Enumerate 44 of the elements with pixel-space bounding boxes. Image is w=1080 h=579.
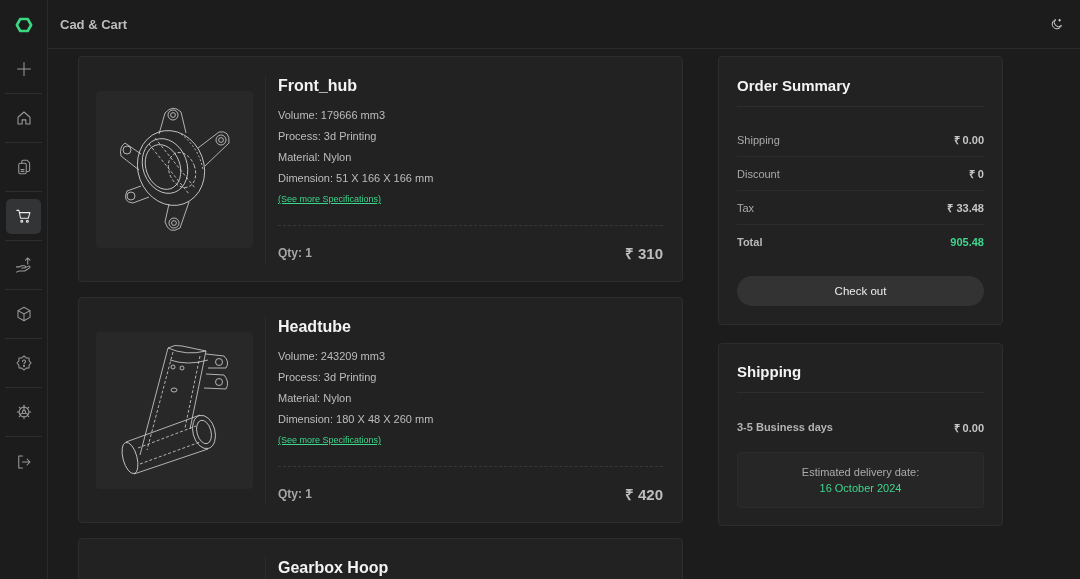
shipping-option-label: 3-5 Business days xyxy=(737,421,833,433)
shipping-price: ₹ 0.00 xyxy=(953,420,984,435)
specifications-link[interactable]: (See more Specifications) xyxy=(278,189,382,210)
product-title: Headtube xyxy=(278,317,352,337)
spec-text: Process: 3d Printing xyxy=(278,129,378,144)
summary-value: ₹ 0 xyxy=(968,167,984,181)
cube-icon xyxy=(14,305,33,323)
help-badge-icon xyxy=(14,354,33,372)
summary-label: Total xyxy=(737,236,763,248)
product-title: Gearbox Hoop xyxy=(278,558,390,578)
specifications-link[interactable]: (See more Specifications) xyxy=(278,430,382,451)
spec-text: Volume: 179666 mm3 xyxy=(278,108,386,123)
quantity-text: Qty: 1 xyxy=(278,246,312,260)
hexagon-logo-icon xyxy=(13,15,34,34)
moon-icon xyxy=(1050,17,1064,31)
nav-button[interactable] xyxy=(6,198,41,234)
card-title: Order Summary xyxy=(737,76,851,96)
plus-icon xyxy=(14,60,33,78)
spec-text: Process: 3d Printing xyxy=(278,370,378,385)
summary-label: Shipping xyxy=(737,133,780,146)
spec-text: Volume: 243209 mm3 xyxy=(278,349,386,364)
summary-value: ₹ 0.00 xyxy=(953,133,984,147)
product-title: Front_hub xyxy=(278,76,359,96)
summary-value: ₹ 33.48 xyxy=(947,201,984,215)
spec-text: Material: Nylon xyxy=(278,150,353,165)
quantity-text: Qty: 1 xyxy=(278,487,312,501)
card-title: Shipping xyxy=(737,362,802,382)
price-text: ₹ 420 xyxy=(624,485,663,504)
settings-icon xyxy=(14,403,33,421)
summary-label: Discount xyxy=(737,167,780,180)
summary-value: 905.48 xyxy=(950,236,984,248)
hand-upload-icon xyxy=(14,256,33,274)
checkout-button[interactable]: Check out xyxy=(737,276,984,306)
app-title: Cad & Cart xyxy=(60,16,128,32)
spec-text: Dimension: 51 X 166 X 166 mm xyxy=(278,171,435,186)
delivery-date: 16 October 2024 xyxy=(819,481,902,496)
price-text: ₹ 310 xyxy=(624,244,663,263)
spec-text: Dimension: 180 X 48 X 260 mm xyxy=(278,412,435,427)
delivery-label: Estimated delivery date: xyxy=(801,465,920,480)
summary-label: Tax xyxy=(737,201,755,214)
cart-icon xyxy=(14,207,33,225)
spec-text: Material: Nylon xyxy=(278,391,353,406)
theme-button[interactable] xyxy=(1049,16,1065,32)
home-icon xyxy=(14,109,33,127)
